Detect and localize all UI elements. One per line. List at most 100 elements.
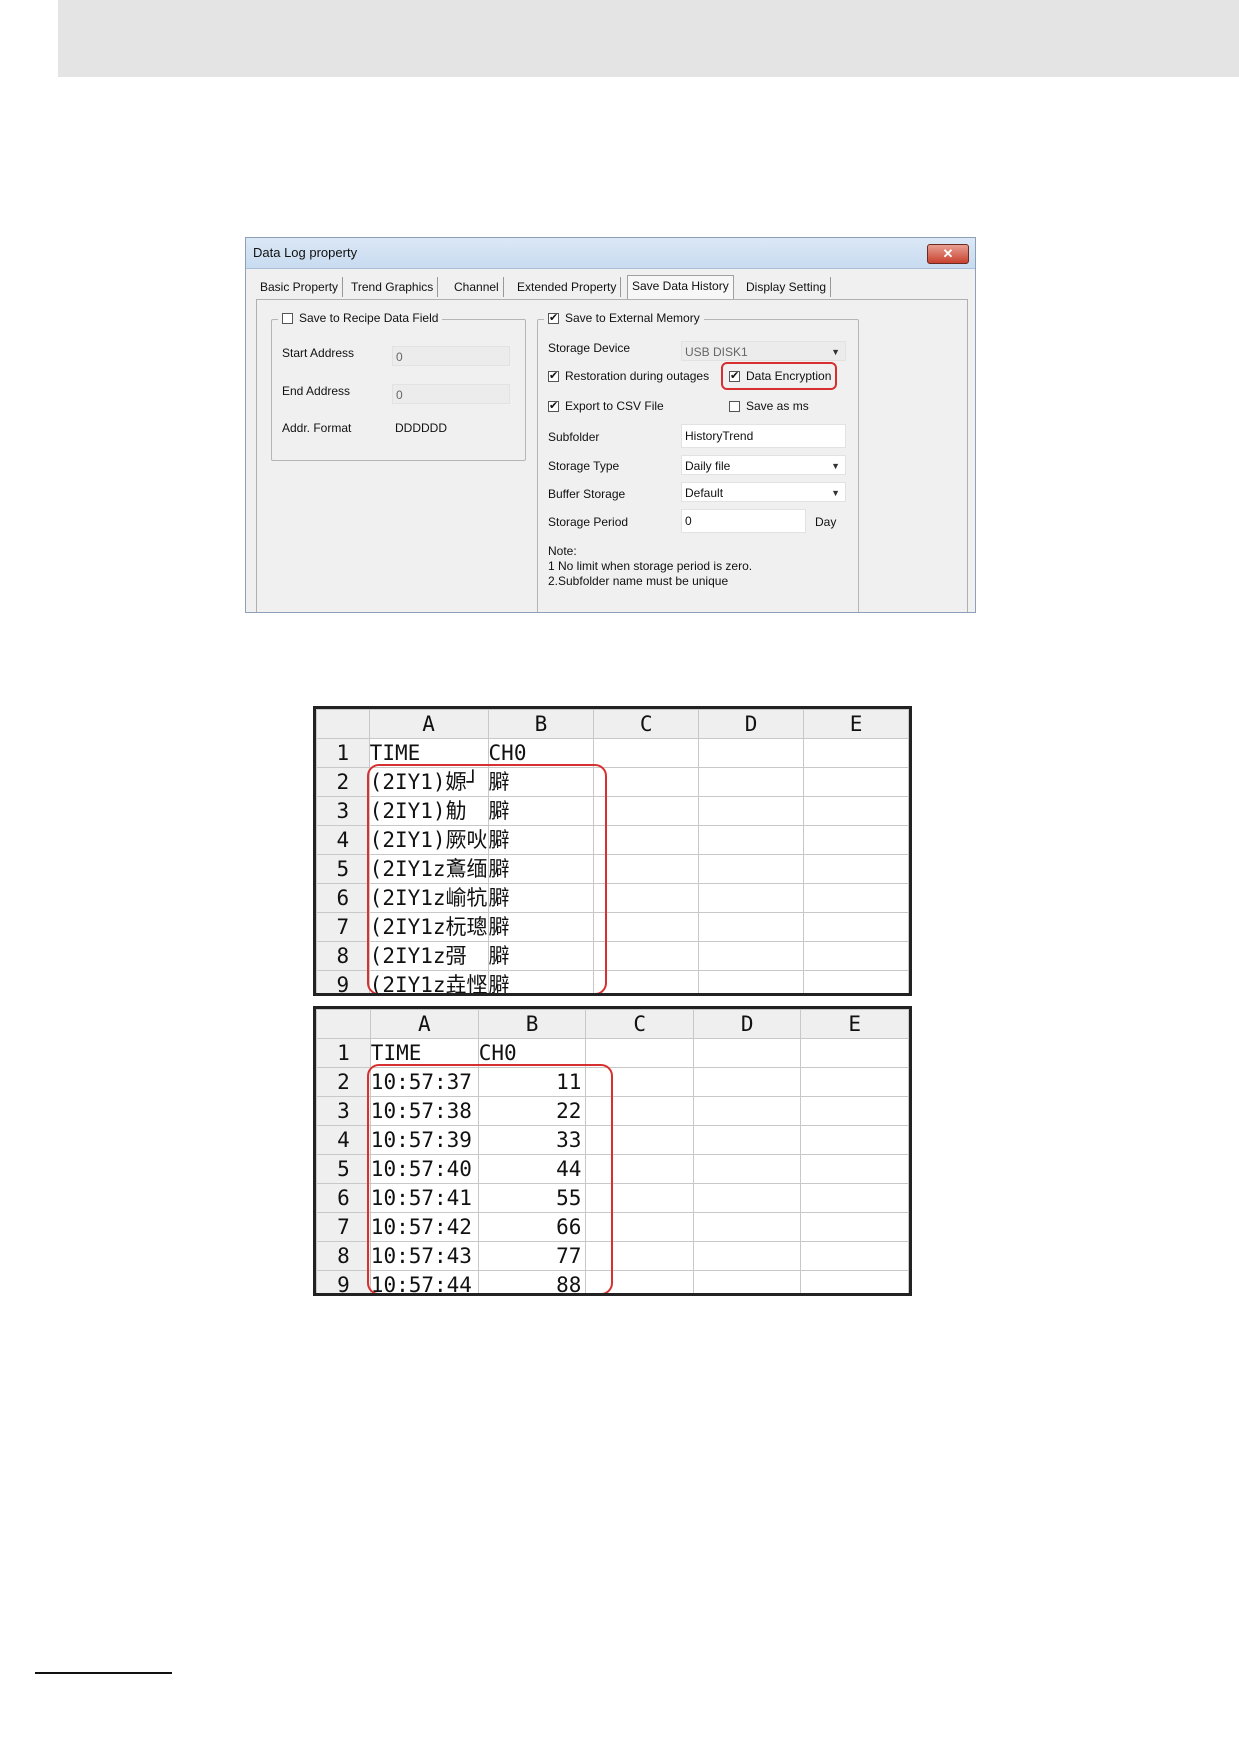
cell[interactable]	[698, 912, 805, 942]
cell[interactable]	[593, 738, 700, 768]
save-as-ms-row[interactable]: Save as ms	[729, 399, 809, 413]
restoration-checkbox[interactable]	[548, 369, 559, 382]
column-header-a[interactable]: A	[368, 709, 489, 739]
cell[interactable]	[803, 738, 909, 768]
cell[interactable]	[593, 941, 700, 971]
cell[interactable]	[800, 1125, 909, 1155]
cell[interactable]	[803, 796, 909, 826]
column-header-c[interactable]: C	[585, 1009, 694, 1039]
cell[interactable]	[692, 1067, 802, 1097]
row-header[interactable]: 1	[316, 738, 370, 768]
save-as-ms-checkbox[interactable]	[729, 400, 740, 412]
cell[interactable]	[698, 883, 805, 913]
cell[interactable]	[698, 825, 805, 855]
restoration-row[interactable]: Restoration during outages	[548, 369, 709, 383]
row-header[interactable]: 9	[316, 970, 370, 993]
row-header[interactable]: 9	[316, 1270, 371, 1293]
cell[interactable]	[593, 970, 700, 993]
corner-cell[interactable]	[316, 1009, 371, 1039]
row-header[interactable]: 2	[316, 767, 370, 797]
cell[interactable]	[692, 1241, 802, 1271]
tab-channel[interactable]: Channel	[450, 277, 504, 297]
storage-period-input[interactable]: 0	[681, 509, 806, 533]
cell[interactable]	[692, 1096, 802, 1126]
cell[interactable]	[800, 1212, 909, 1242]
column-header-e[interactable]: E	[803, 709, 909, 739]
cell[interactable]	[593, 854, 700, 884]
cell[interactable]	[803, 854, 909, 884]
cell[interactable]	[803, 912, 909, 942]
column-header-e[interactable]: E	[800, 1009, 909, 1039]
tab-extended-property[interactable]: Extended Property	[513, 277, 622, 297]
cell[interactable]	[692, 1125, 802, 1155]
cell[interactable]	[803, 970, 909, 993]
cell[interactable]	[698, 796, 805, 826]
cell[interactable]	[698, 970, 805, 993]
cell[interactable]	[803, 825, 909, 855]
cell[interactable]	[698, 767, 805, 797]
cell[interactable]	[800, 1067, 909, 1097]
cell[interactable]	[593, 825, 700, 855]
cell[interactable]	[692, 1183, 802, 1213]
row-header[interactable]: 5	[316, 854, 370, 884]
export-csv-checkbox[interactable]	[548, 399, 559, 412]
export-csv-row[interactable]: Export to CSV File	[548, 399, 664, 413]
row-header[interactable]: 6	[316, 883, 370, 913]
cell[interactable]	[803, 767, 909, 797]
cell[interactable]	[800, 1038, 909, 1068]
subfolder-input[interactable]: HistoryTrend	[681, 424, 846, 448]
column-header-d[interactable]: D	[692, 1009, 802, 1039]
buffer-storage-select[interactable]: Default ▼	[681, 482, 846, 502]
tab-display-setting[interactable]: Display Setting	[742, 277, 832, 297]
cell[interactable]	[698, 854, 805, 884]
column-header-d[interactable]: D	[698, 709, 805, 739]
cell[interactable]	[800, 1154, 909, 1184]
save-to-recipe-checkbox[interactable]	[282, 312, 293, 324]
row-header[interactable]: 7	[316, 912, 370, 942]
row-header[interactable]: 4	[316, 1125, 371, 1155]
cell[interactable]	[800, 1096, 909, 1126]
cell[interactable]	[692, 1212, 802, 1242]
cell[interactable]	[698, 941, 805, 971]
cell[interactable]	[692, 1270, 802, 1293]
column-header-c[interactable]: C	[593, 709, 700, 739]
tab-save-data-history[interactable]: Save Data History	[627, 275, 734, 299]
row-header[interactable]: 6	[316, 1183, 371, 1213]
cell[interactable]	[593, 883, 700, 913]
cell[interactable]	[803, 941, 909, 971]
row-header[interactable]: 3	[316, 1096, 371, 1126]
column-header-a[interactable]: A	[369, 1009, 479, 1039]
row-header[interactable]: 8	[316, 1241, 371, 1271]
row-header[interactable]: 8	[316, 941, 370, 971]
cell[interactable]	[800, 1241, 909, 1271]
tab-basic-property[interactable]: Basic Property	[256, 277, 344, 297]
cell[interactable]	[800, 1183, 909, 1213]
column-header-b[interactable]: B	[477, 1009, 587, 1039]
start-address-input[interactable]: 0	[392, 346, 510, 366]
row-header[interactable]: 7	[316, 1212, 371, 1242]
end-address-input[interactable]: 0	[392, 384, 510, 404]
row-header[interactable]: 3	[316, 796, 370, 826]
row-header[interactable]: 4	[316, 825, 370, 855]
cell[interactable]	[698, 738, 805, 768]
cell[interactable]	[803, 883, 909, 913]
external-group-legend[interactable]: Save to External Memory	[544, 311, 704, 325]
storage-type-select[interactable]: Daily file ▼	[681, 455, 846, 475]
corner-cell[interactable]	[316, 709, 370, 739]
cell[interactable]	[593, 912, 700, 942]
tab-trend-graphics[interactable]: Trend Graphics	[347, 277, 439, 297]
cell[interactable]	[800, 1270, 909, 1293]
storage-device-select[interactable]: USB DISK1 ▼	[681, 341, 846, 361]
data-encryption-checkbox[interactable]	[729, 369, 740, 382]
cell[interactable]	[593, 767, 700, 797]
save-to-external-checkbox[interactable]	[548, 311, 559, 324]
cell[interactable]	[692, 1038, 802, 1068]
row-header[interactable]: 5	[316, 1154, 371, 1184]
row-header[interactable]: 2	[316, 1067, 371, 1097]
cell[interactable]	[692, 1154, 802, 1184]
cell[interactable]	[593, 796, 700, 826]
data-encryption-row[interactable]: Data Encryption	[729, 369, 831, 383]
recipe-group-legend[interactable]: Save to Recipe Data Field	[278, 311, 443, 325]
row-header[interactable]: 1	[316, 1038, 371, 1068]
close-button[interactable]: ✕	[927, 244, 969, 264]
